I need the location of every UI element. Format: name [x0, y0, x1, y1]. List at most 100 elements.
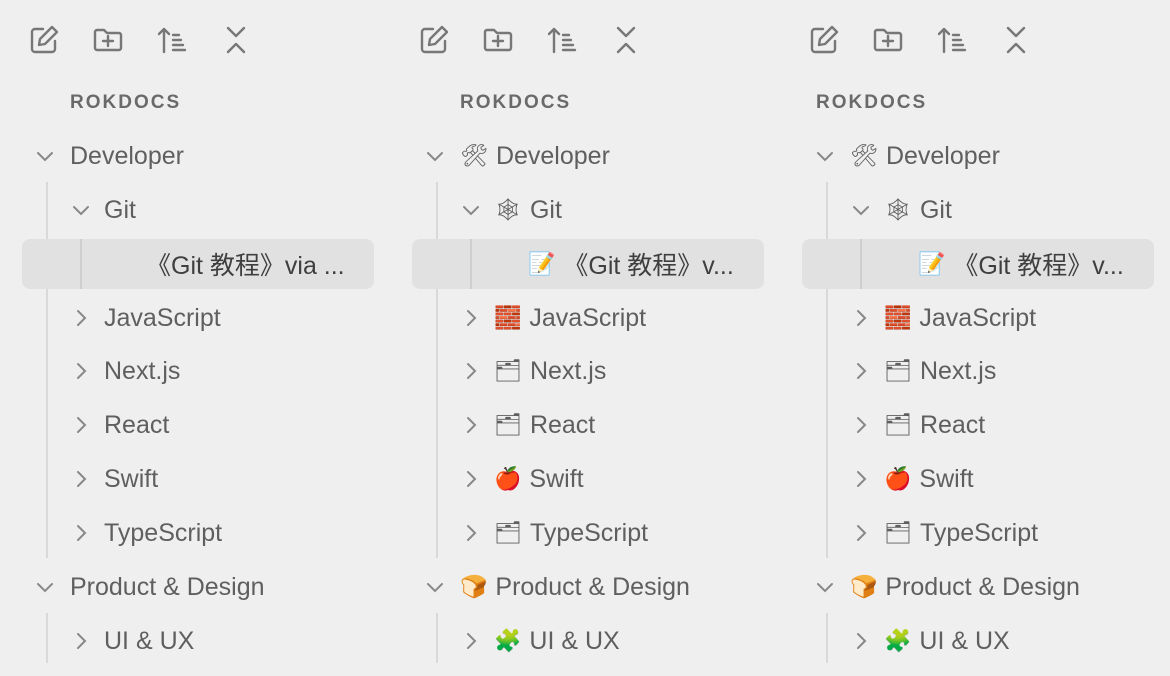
folder-label: Product & Design — [495, 572, 690, 601]
new-note-icon — [420, 25, 449, 54]
note-label: 《Git 教程》via ... — [146, 252, 345, 280]
folder-git[interactable]: 🕸 Git — [463, 185, 562, 235]
chevron-right-icon[interactable] — [850, 522, 872, 544]
folder-typescript[interactable]: 🗂 TypeScript — [467, 508, 648, 558]
chevron-right-icon[interactable] — [70, 522, 92, 544]
folder-ui-ux[interactable]: UI & UX — [77, 616, 195, 666]
new-note-button[interactable] — [416, 22, 452, 58]
folder-react[interactable]: 🗂 React — [857, 400, 985, 450]
bread-icon: 🍞 — [460, 574, 488, 600]
chevron-right-icon[interactable] — [460, 414, 482, 436]
new-note-icon — [810, 25, 839, 54]
tools-icon: 🛠 — [460, 143, 488, 169]
sort-icon — [937, 27, 967, 54]
chevron-down-icon[interactable] — [34, 576, 56, 598]
chevron-right-icon[interactable] — [850, 468, 872, 490]
folder-label: Developer — [885, 141, 1000, 170]
folder-git[interactable]: Git — [73, 185, 136, 235]
folder-label: Product & Design — [885, 572, 1080, 601]
collapse-all-icon — [616, 26, 636, 54]
chevron-right-icon[interactable] — [460, 360, 482, 382]
chevron-right-icon[interactable] — [850, 307, 872, 329]
chevron-right-icon[interactable] — [850, 414, 872, 436]
sort-button[interactable] — [934, 22, 970, 58]
chevron-right-icon[interactable] — [460, 468, 482, 490]
new-folder-button[interactable] — [870, 22, 906, 58]
sort-button[interactable] — [154, 22, 190, 58]
folder-react[interactable]: 🗂 React — [467, 400, 595, 450]
folder-label: Git — [529, 195, 562, 224]
chevron-right-icon[interactable] — [70, 360, 92, 382]
folder-label: Swift — [104, 464, 159, 493]
collapse-all-button[interactable] — [218, 22, 254, 58]
chevron-down-icon[interactable] — [814, 145, 836, 167]
note-git-tutorial[interactable]: 《Git 教程》via ... — [146, 239, 345, 289]
red-apple-icon: 🍎 — [494, 466, 522, 492]
chevron-right-icon[interactable] — [70, 468, 92, 490]
sort-button[interactable] — [544, 22, 580, 58]
chevron-right-icon[interactable] — [850, 360, 872, 382]
folder-label: TypeScript — [919, 518, 1039, 547]
folder-developer[interactable]: Developer — [37, 131, 184, 181]
folder-label: Developer — [70, 141, 184, 170]
collapse-all-button[interactable] — [998, 22, 1034, 58]
folder-javascript[interactable]: JavaScript — [77, 293, 221, 343]
note-git-tutorial[interactable]: 📝 《Git 教程》v... — [918, 239, 1124, 289]
chevron-right-icon[interactable] — [850, 630, 872, 652]
chevron-right-icon[interactable] — [460, 630, 482, 652]
chevron-down-icon[interactable] — [850, 199, 872, 221]
folder-react[interactable]: React — [77, 400, 169, 450]
file-explorer-panel-1: ROKDOCS Developer Git 《Git 教程》via ... Ja… — [0, 0, 374, 676]
folder-label: UI & UX — [104, 626, 195, 655]
folder-label: Git — [919, 195, 952, 224]
chevron-down-icon[interactable] — [34, 145, 56, 167]
collapse-all-button[interactable] — [608, 22, 644, 58]
chevron-down-icon[interactable] — [814, 576, 836, 598]
folder-product-design[interactable]: 🍞 Product & Design — [427, 562, 690, 612]
folder-typescript[interactable]: TypeScript — [77, 508, 222, 558]
new-note-button[interactable] — [806, 22, 842, 58]
folder-nextjs[interactable]: 🗂 Next.js — [467, 346, 606, 396]
folder-product-design[interactable]: 🍞 Product & Design — [817, 562, 1080, 612]
spider-web-icon: 🕸 — [494, 197, 522, 223]
note-label: 《Git 教程》v... — [953, 252, 1124, 280]
folder-javascript[interactable]: 🧱 JavaScript — [467, 293, 646, 343]
folder-nextjs[interactable]: 🗂 Next.js — [857, 346, 997, 396]
folder-ui-ux[interactable]: 🧩 UI & UX — [857, 616, 1010, 666]
card-index-dividers-icon: 🗂 — [494, 358, 522, 384]
card-index-dividers-icon: 🗂 — [494, 412, 522, 438]
folder-javascript[interactable]: 🧱 JavaScript — [857, 293, 1036, 343]
folder-nextjs[interactable]: Next.js — [77, 346, 181, 396]
indent-guide — [46, 613, 48, 663]
folder-label: Next.js — [104, 356, 181, 385]
folder-swift[interactable]: 🍎 Swift — [857, 454, 974, 504]
folder-swift[interactable]: 🍎 Swift — [467, 454, 584, 504]
folder-product-design[interactable]: Product & Design — [37, 562, 265, 612]
indent-guide — [826, 613, 828, 663]
chevron-down-icon[interactable] — [460, 199, 482, 221]
spider-web-icon: 🕸 — [884, 197, 912, 223]
folder-typescript[interactable]: 🗂 TypeScript — [857, 508, 1039, 558]
folder-swift[interactable]: Swift — [77, 454, 159, 504]
new-folder-button[interactable] — [90, 22, 126, 58]
vault-title: ROKDOCS — [70, 92, 182, 113]
folder-git[interactable]: 🕸 Git — [853, 185, 952, 235]
note-git-tutorial[interactable]: 📝 《Git 教程》v... — [528, 239, 734, 289]
folder-developer[interactable]: 🛠 Developer — [817, 131, 1000, 181]
chevron-right-icon[interactable] — [70, 630, 92, 652]
chevron-down-icon[interactable] — [70, 199, 92, 221]
folder-label: Next.js — [919, 356, 997, 385]
vault-title: ROKDOCS — [816, 92, 928, 113]
chevron-down-icon[interactable] — [424, 576, 446, 598]
folder-developer[interactable]: 🛠 Developer — [427, 131, 610, 181]
chevron-down-icon[interactable] — [424, 145, 446, 167]
new-folder-button[interactable] — [480, 22, 516, 58]
chevron-right-icon[interactable] — [460, 307, 482, 329]
chevron-right-icon[interactable] — [70, 414, 92, 436]
chevron-right-icon[interactable] — [70, 307, 92, 329]
new-note-button[interactable] — [26, 22, 62, 58]
chevron-right-icon[interactable] — [460, 522, 482, 544]
folder-ui-ux[interactable]: 🧩 UI & UX — [467, 616, 620, 666]
brick-icon: 🧱 — [494, 305, 522, 331]
tools-icon: 🛠 — [850, 143, 878, 169]
